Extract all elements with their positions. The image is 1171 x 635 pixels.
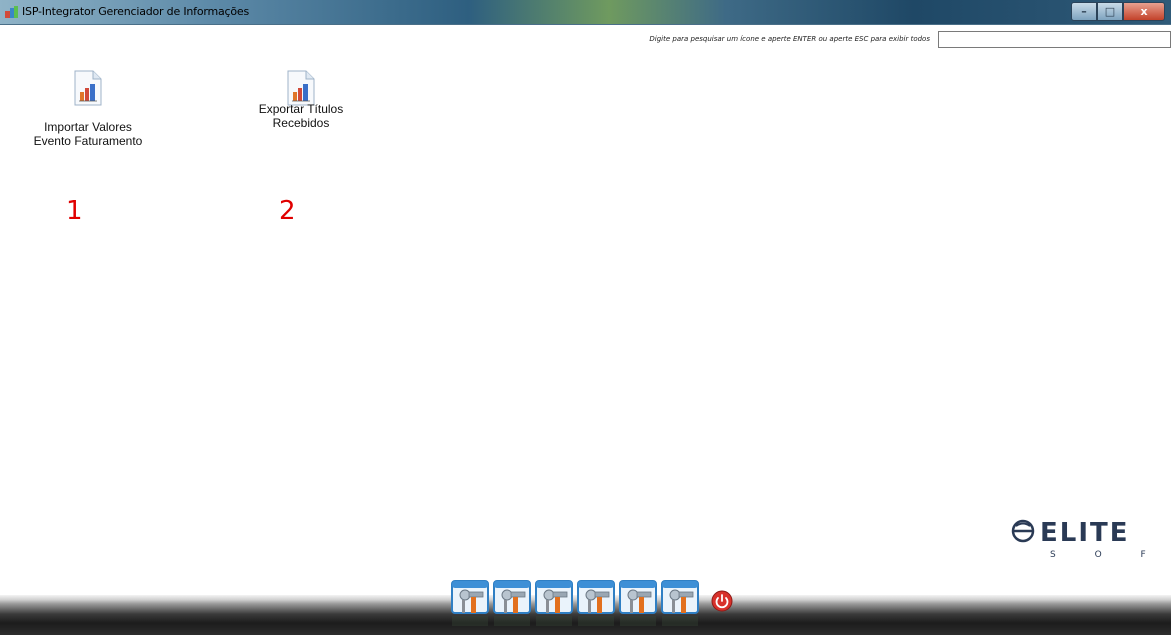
minimize-button[interactable]: – [1071,2,1097,21]
search-hint: Digite para pesquisar um ícone e aperte … [649,35,930,43]
desktop-item-exportar-titulos[interactable]: Exportar Títulos Recebidos [221,70,381,130]
tools-icon[interactable] [451,580,489,628]
elite-soft-logo: ELITE S O F T [1011,518,1168,560]
app-icon [5,6,18,18]
dock [451,580,699,628]
tools-icon[interactable] [661,580,699,628]
title-bar: ISP-Integrator Gerenciador de Informaçõe… [0,0,1171,25]
tools-icon[interactable] [535,580,573,628]
report-chart-icon [74,70,102,106]
annotation-number: 1 [66,196,83,226]
power-icon[interactable] [711,590,733,612]
desktop-item-label: Importar Valores Evento Faturamento [33,120,143,148]
report-chart-icon [287,70,315,106]
window-controls: – □ x [1071,2,1165,21]
search-input[interactable] [938,31,1171,48]
close-button[interactable]: x [1123,2,1165,21]
desktop-item-label: Exportar Títulos Recebidos [258,102,344,130]
window-title: ISP-Integrator Gerenciador de Informaçõe… [22,5,250,18]
logo-text: ELITE [1040,518,1130,548]
tools-icon[interactable] [577,580,615,628]
maximize-button[interactable]: □ [1097,2,1123,21]
desktop-item-importar-valores[interactable]: Importar Valores Evento Faturamento [8,70,168,148]
annotation-number: 2 [279,196,296,226]
tools-icon[interactable] [493,580,531,628]
tools-icon[interactable] [619,580,657,628]
logo-subtext: S O F T [1050,550,1168,560]
